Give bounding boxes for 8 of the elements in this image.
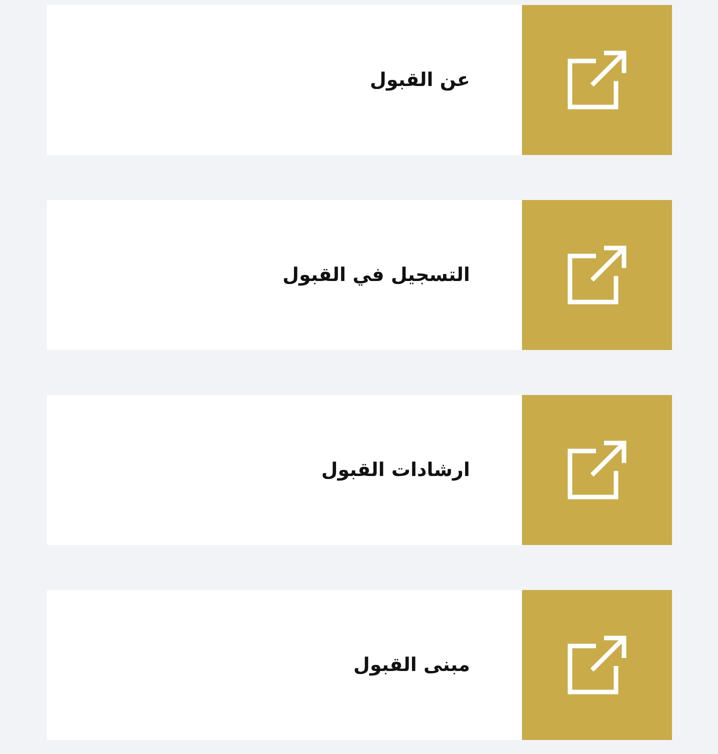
external-link-icon	[566, 634, 628, 696]
external-link-icon	[566, 49, 628, 111]
link-card[interactable]: ارشادات القبول	[47, 395, 672, 545]
link-card[interactable]: التسجيل في القبول	[47, 200, 672, 350]
external-link-icon	[566, 244, 628, 306]
external-link-icon	[566, 439, 628, 501]
link-card[interactable]: عن القبول	[47, 5, 672, 155]
link-card[interactable]: مبنى القبول	[47, 590, 672, 740]
